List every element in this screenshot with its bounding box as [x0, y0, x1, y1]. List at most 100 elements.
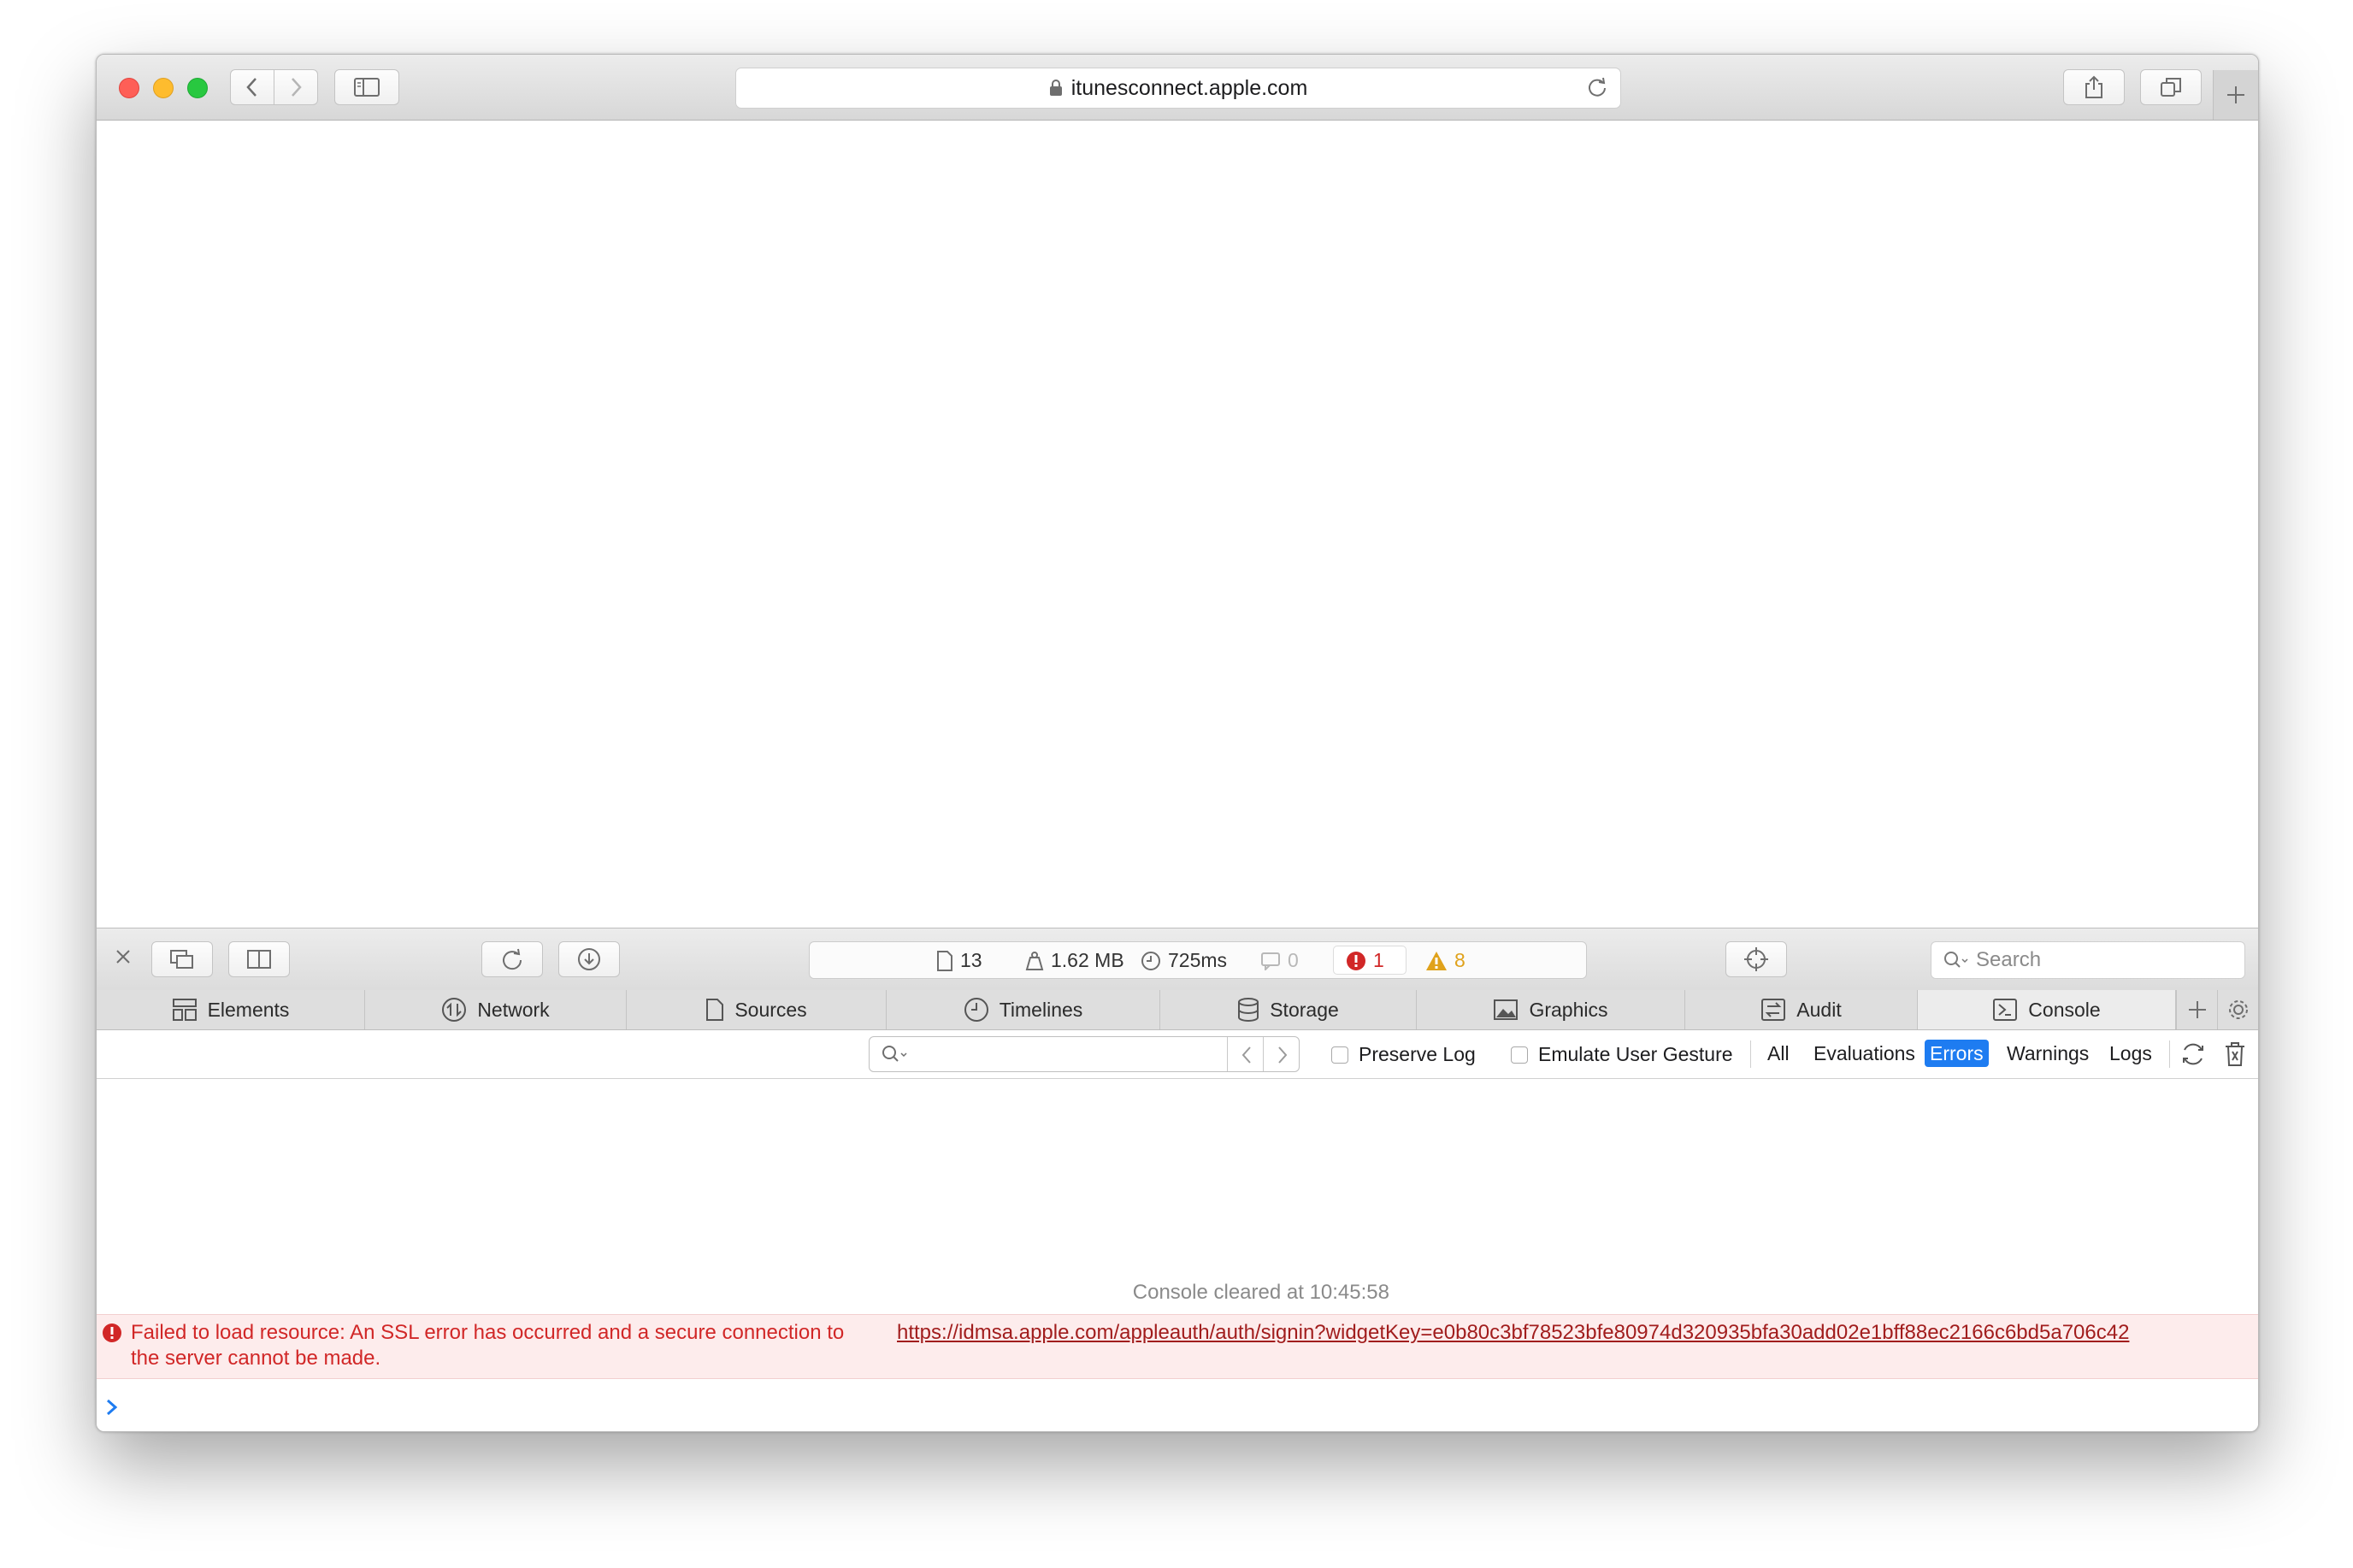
divider [2169, 1040, 2170, 1068]
preserve-log-checkbox[interactable]: Preserve Log [1331, 1043, 1476, 1066]
tab-audit[interactable]: Audit [1685, 990, 1918, 1029]
tab-storage[interactable]: Storage [1160, 990, 1417, 1029]
url-text: itunesconnect.apple.com [1070, 75, 1308, 100]
warning-count[interactable]: 8 [1425, 949, 1465, 972]
error-count[interactable]: 1 [1346, 949, 1384, 972]
tab-network[interactable]: Network [365, 990, 627, 1029]
search-placeholder: Search [1976, 948, 2042, 971]
divider [1750, 1040, 1751, 1068]
tab-sources[interactable]: Sources [627, 990, 887, 1029]
chevron-left-icon [246, 78, 257, 97]
chevron-right-icon [107, 1399, 118, 1416]
clock-icon [1141, 951, 1160, 970]
divider [1263, 1037, 1264, 1071]
load-time[interactable]: 725ms [1141, 949, 1227, 972]
console-filter-bar: Preserve Log Emulate User Gesture All Ev… [97, 1030, 2258, 1079]
detach-inspector-button[interactable] [151, 941, 213, 977]
sidebar-toggle-button[interactable] [334, 69, 399, 105]
tab-timelines[interactable]: Timelines [887, 990, 1160, 1029]
network-icon [442, 998, 467, 1022]
console-filter-input[interactable] [869, 1036, 1300, 1072]
share-button[interactable] [2063, 69, 2125, 105]
zoom-window-button[interactable] [187, 78, 208, 98]
filter-all[interactable]: All [1762, 1040, 1795, 1067]
forward-button[interactable] [274, 69, 318, 105]
tab-elements[interactable]: Elements [97, 990, 365, 1029]
dock-side-button[interactable] [228, 941, 290, 977]
inspector-search-field[interactable]: Search [1931, 941, 2245, 979]
safari-window: itunesconnect.apple.com 13 1.62 MB 725ms… [96, 54, 2259, 1432]
add-tab-button[interactable] [2176, 990, 2217, 1029]
tab-graphics[interactable]: Graphics [1417, 990, 1685, 1029]
error-text-line-1: Failed to load resource: An SSL error ha… [131, 1321, 845, 1344]
error-text-line-2: the server cannot be made. [131, 1347, 381, 1370]
divider [1227, 1037, 1228, 1071]
tab-console[interactable]: Console [1918, 990, 2176, 1029]
error-resource-link[interactable]: https://idmsa.apple.com/appleauth/auth/s… [897, 1321, 2129, 1345]
emulate-user-gesture-checkbox[interactable]: Emulate User Gesture [1511, 1043, 1733, 1066]
resource-count[interactable]: 13 [936, 949, 982, 972]
plus-icon [2227, 86, 2244, 103]
crosshair-icon [1744, 947, 1768, 971]
share-icon [2085, 75, 2102, 98]
search-icon [882, 1046, 907, 1062]
dock-right-icon [247, 950, 271, 969]
document-icon [706, 999, 724, 1021]
sidebar-icon [354, 78, 380, 97]
search-icon [1944, 952, 1968, 968]
console-prompt[interactable] [105, 1395, 119, 1423]
chevron-left-icon[interactable] [1241, 1046, 1253, 1064]
console-area: Console cleared at 10:45:58 Failed to lo… [97, 1079, 2258, 1431]
document-icon [937, 950, 952, 971]
audit-icon [1761, 999, 1786, 1021]
warning-icon [1426, 951, 1447, 970]
reload-icon [503, 948, 522, 970]
filter-warnings[interactable]: Warnings [2002, 1040, 2094, 1067]
console-error-message: Failed to load resource: An SSL error ha… [97, 1314, 2258, 1379]
inspector-toolbar: 13 1.62 MB 725ms 0 1 8 Search [97, 928, 2258, 991]
minimize-window-button[interactable] [153, 78, 174, 98]
filter-logs[interactable]: Logs [2104, 1040, 2157, 1067]
checkbox[interactable] [1331, 1046, 1348, 1064]
chevron-right-icon[interactable] [1277, 1046, 1289, 1064]
clock-icon [964, 998, 988, 1022]
error-icon [1347, 951, 1365, 970]
close-inspector-icon[interactable] [114, 947, 133, 970]
plus-icon [2188, 1001, 2206, 1018]
filter-evaluations[interactable]: Evaluations [1808, 1040, 1920, 1067]
resource-size[interactable]: 1.62 MB [1025, 949, 1124, 972]
trash-icon[interactable] [2224, 1041, 2246, 1067]
chevron-right-icon [292, 78, 302, 97]
tab-overview-button[interactable] [2140, 69, 2202, 105]
tabs-icon [2161, 78, 2181, 97]
inspector-dashboard[interactable]: 13 1.62 MB 725ms 0 1 8 [809, 941, 1587, 979]
checkbox[interactable] [1511, 1046, 1528, 1064]
image-icon [1494, 999, 1519, 1020]
web-content-area[interactable] [97, 121, 2258, 928]
weight-icon [1025, 951, 1044, 970]
lock-icon [1049, 80, 1062, 96]
download-icon [578, 948, 600, 970]
elements-icon [172, 999, 197, 1021]
gear-icon [2228, 1000, 2248, 1019]
inspect-element-button[interactable] [1725, 941, 1787, 977]
detach-icon [170, 950, 193, 969]
reload-icon[interactable] [1586, 76, 1608, 98]
reload-page-button[interactable] [481, 941, 543, 977]
address-bar[interactable]: itunesconnect.apple.com [735, 68, 1621, 109]
browser-toolbar: itunesconnect.apple.com [97, 55, 2258, 121]
refresh-icon[interactable] [2179, 1041, 2207, 1067]
console-icon [1993, 999, 2018, 1021]
database-icon [1238, 998, 1259, 1022]
console-cleared-message: Console cleared at 10:45:58 [1132, 1281, 1389, 1304]
message-icon [1261, 952, 1280, 970]
close-window-button[interactable] [119, 78, 139, 98]
download-archive-button[interactable] [558, 941, 620, 977]
inspector-tab-bar: Elements Network Sources Timelines Stora… [97, 990, 2258, 1030]
filter-errors[interactable]: Errors [1925, 1040, 1989, 1067]
settings-button[interactable] [2217, 990, 2258, 1029]
back-button[interactable] [230, 69, 274, 105]
new-tab-button[interactable] [2213, 70, 2258, 120]
log-count[interactable]: 0 [1260, 949, 1299, 972]
error-icon [103, 1323, 121, 1342]
